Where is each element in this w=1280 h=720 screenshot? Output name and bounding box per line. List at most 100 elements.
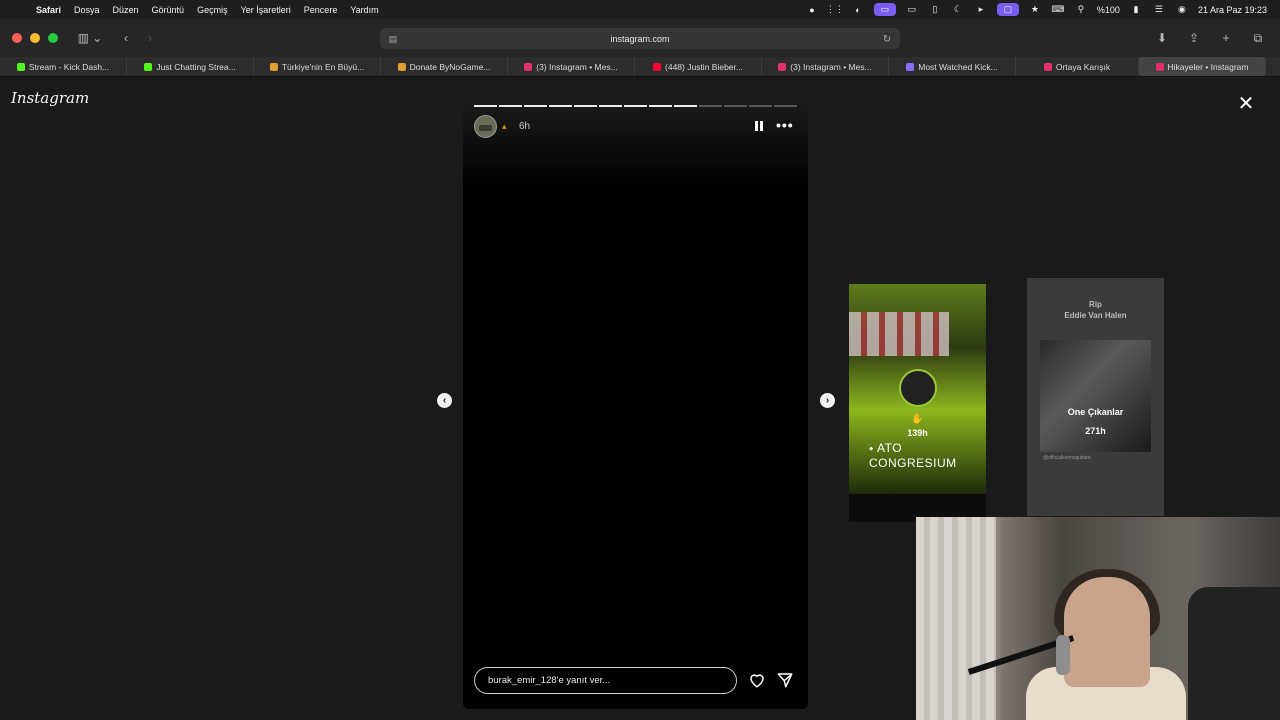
- pause-icon[interactable]: [755, 121, 765, 132]
- grid-icon[interactable]: ⋮⋮: [826, 4, 844, 15]
- preview-name: One Çıkanlar: [1067, 407, 1124, 417]
- tab-most-watched-kick[interactable]: Most Watched Kick...: [889, 57, 1016, 76]
- download-icon[interactable]: ⬇: [1150, 27, 1174, 49]
- battery-level[interactable]: %100: [1097, 5, 1120, 15]
- preview-title: Rip Eddie Van Halen: [1027, 299, 1164, 321]
- tab-instagram-1[interactable]: (3) Instagram • Mes...: [508, 57, 635, 76]
- share-icon[interactable]: ⇪: [1182, 27, 1206, 49]
- search-icon[interactable]: ⚲: [1074, 4, 1088, 15]
- tab-instagram-2[interactable]: (3) Instagram • Mes...: [762, 57, 889, 76]
- rock-hand-icon: ✋: [911, 414, 924, 425]
- story-preview-ato-congresium[interactable]: ✋ 139h ⬩ ATO CONGRESIUM: [849, 284, 986, 522]
- close-window-button[interactable]: [12, 33, 22, 43]
- instagram-icon: [524, 62, 533, 71]
- preview-avatar: [899, 369, 937, 407]
- next-story-button[interactable]: ›: [820, 393, 835, 408]
- back-icon[interactable]: ‹: [114, 27, 138, 49]
- kick-stats-icon: [906, 62, 915, 71]
- story-user-emoji-icon[interactable]: ▴: [502, 121, 507, 132]
- tab-ortaya-karisik[interactable]: Ortaya Karışık: [1016, 57, 1139, 76]
- progress-segment: [649, 105, 672, 107]
- tab-label: Türkiye'nin En Büyü...: [281, 61, 365, 72]
- preview-title-line1: Rip: [1089, 300, 1102, 309]
- tab-donate[interactable]: Donate ByNoGame...: [381, 57, 508, 76]
- preview-title-line2: Eddie Van Halen: [1064, 311, 1127, 320]
- star-icon[interactable]: ★: [1028, 4, 1042, 15]
- more-options-icon[interactable]: •••: [776, 117, 794, 133]
- story-avatar[interactable]: [474, 115, 497, 138]
- preview-location: ⬩ ATO CONGRESIUM: [869, 441, 986, 470]
- instagram-icon: [778, 62, 787, 71]
- heart-icon[interactable]: [748, 671, 766, 689]
- preview-caption: @officialkennsguitars: [1043, 455, 1091, 461]
- preview-time: 139h: [907, 428, 928, 438]
- new-tab-icon[interactable]: +: [1214, 27, 1238, 49]
- tab-label: (448) Justin Bieber...: [665, 61, 743, 72]
- progress-segment: [699, 105, 722, 107]
- battery-icon[interactable]: ▮: [1129, 4, 1143, 15]
- progress-segment: [724, 105, 747, 107]
- tab-label: (3) Instagram • Mes...: [790, 61, 872, 72]
- menu-pencere[interactable]: Pencere: [304, 5, 338, 15]
- tab-just-chatting[interactable]: Just Chatting Strea...: [127, 57, 254, 76]
- moon-icon[interactable]: ☾: [951, 4, 965, 15]
- window-icon[interactable]: ▢: [996, 3, 1019, 16]
- instagram-logo[interactable]: Instagram: [11, 89, 89, 107]
- progress-segment: [524, 105, 547, 107]
- close-stories-icon[interactable]: ✕: [1236, 94, 1256, 114]
- location-pin-icon: ⬩: [869, 441, 874, 455]
- progress-segment: [774, 105, 797, 107]
- address-bar[interactable]: ▤ instagram.com ↻: [380, 28, 900, 49]
- sync-icon[interactable]: ◐: [851, 4, 865, 15]
- menu-dosya[interactable]: Dosya: [74, 5, 100, 15]
- menu-yardim[interactable]: Yardım: [350, 5, 378, 15]
- address-text[interactable]: instagram.com: [610, 34, 669, 44]
- story-preview-one-cikanlar[interactable]: Rip Eddie Van Halen One Çıkanlar 271h @of…: [1027, 278, 1164, 516]
- control-center-icon[interactable]: ☰: [1152, 4, 1166, 15]
- menu-gecmis[interactable]: Geçmiş: [197, 5, 228, 15]
- tab-turkiye[interactable]: Türkiye'nin En Büyü...: [254, 57, 381, 76]
- streamer-face: [1064, 577, 1150, 687]
- record-icon[interactable]: ●: [805, 4, 819, 15]
- play-icon[interactable]: ▸: [974, 4, 988, 15]
- progress-segment: [474, 105, 497, 107]
- tab-kick-dashboard[interactable]: Stream - Kick Dash...: [0, 57, 127, 76]
- stage-banner: [849, 312, 949, 356]
- sidebar-toggle-icon[interactable]: ▥ ⌄: [72, 27, 108, 49]
- menu-safari[interactable]: Safari: [36, 5, 61, 15]
- story-viewer[interactable]: ▴ 6h ••• burak_emir_128'e yanıt ver...: [463, 97, 808, 709]
- location-label: ATO CONGRESIUM: [869, 441, 957, 470]
- youtube-icon: [653, 62, 662, 71]
- tab-justin-bieber[interactable]: (448) Justin Bieber...: [635, 57, 762, 76]
- tab-label: Stream - Kick Dash...: [28, 61, 110, 72]
- tab-label: Most Watched Kick...: [918, 61, 998, 72]
- story-progress-bar: [474, 105, 797, 107]
- previous-story-button[interactable]: ‹: [437, 393, 452, 408]
- tab-hikayeler-instagram[interactable]: Hikayeler • Instagram: [1139, 57, 1266, 76]
- screen-share-icon[interactable]: ▭: [873, 3, 896, 16]
- tab-overview-icon[interactable]: ⧉: [1246, 27, 1270, 49]
- instagram-icon: [1043, 62, 1052, 71]
- progress-segment: [574, 105, 597, 107]
- kick-icon: [16, 62, 25, 71]
- menu-goruntu[interactable]: Görüntü: [152, 5, 185, 15]
- forward-icon[interactable]: ›: [138, 27, 162, 49]
- tab-label: Ortaya Karışık: [1055, 61, 1111, 72]
- siri-icon[interactable]: ◉: [1175, 4, 1189, 15]
- clipboard-icon[interactable]: ▯: [928, 4, 942, 15]
- menu-bar: Safari Dosya Düzen Görüntü Geçmiş Yer İş…: [0, 0, 1280, 19]
- minimize-window-button[interactable]: [30, 33, 40, 43]
- display-icon[interactable]: ▭: [905, 4, 919, 15]
- tab-label: (3) Instagram • Mes...: [536, 61, 618, 72]
- keyboard-icon[interactable]: ⌨: [1051, 4, 1065, 15]
- reload-icon[interactable]: ↻: [880, 32, 894, 46]
- clock[interactable]: 21 Ara Paz 19:23: [1198, 5, 1267, 15]
- bynogame-icon: [397, 62, 406, 71]
- page-settings-icon[interactable]: ▤: [386, 32, 400, 46]
- send-icon[interactable]: [776, 671, 794, 689]
- story-header-gradient: [463, 97, 808, 187]
- menu-yer-isaretleri[interactable]: Yer İşaretleri: [241, 5, 291, 15]
- zoom-window-button[interactable]: [48, 33, 58, 43]
- story-reply-input[interactable]: burak_emir_128'e yanıt ver...: [474, 667, 737, 694]
- menu-duzen[interactable]: Düzen: [113, 5, 139, 15]
